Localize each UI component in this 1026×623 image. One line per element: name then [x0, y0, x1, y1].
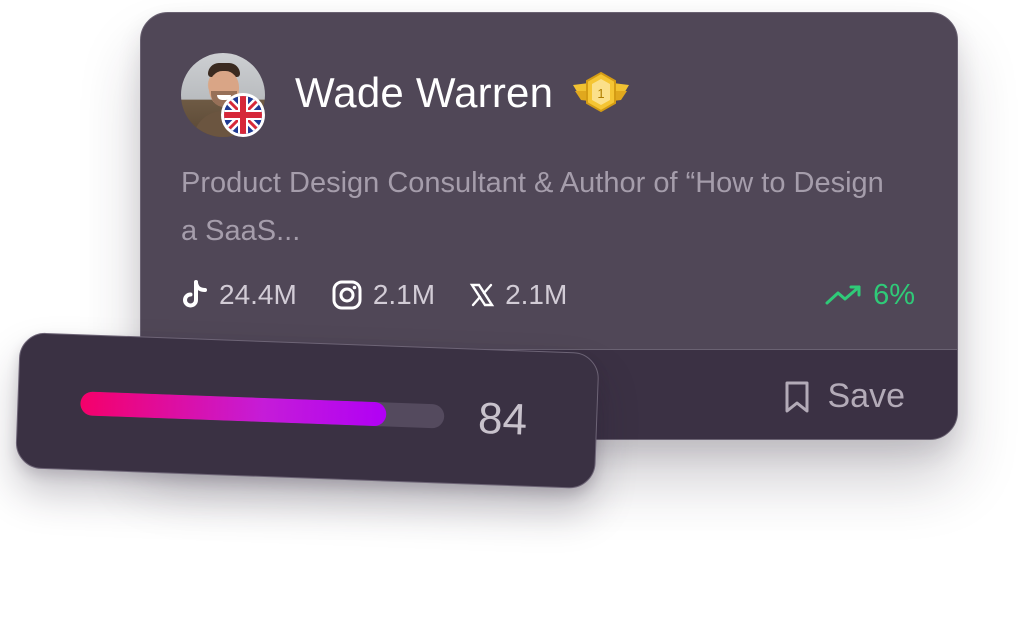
save-label: Save [827, 377, 906, 415]
stat-value: 24.4M [219, 279, 297, 310]
stat-x: 2.1M [469, 279, 567, 311]
stat-instagram: 2.1M [331, 279, 435, 311]
score-value: 84 [477, 393, 528, 445]
x-icon [469, 283, 495, 307]
rank-badge-number: 1 [597, 86, 604, 101]
score-progress-track [79, 391, 445, 429]
bookmark-icon [785, 381, 808, 412]
rank-badge-icon: 1 [571, 71, 631, 117]
save-button[interactable]: Save [784, 377, 906, 416]
tiktok-icon [183, 280, 207, 308]
stat-value: 2.1M [372, 279, 436, 310]
score-card: 84 [15, 332, 600, 490]
trend-indicator: 6% [825, 275, 915, 315]
profile-bio: Product Design Consultant & Author of “H… [181, 167, 884, 247]
trending-up-icon [825, 285, 861, 305]
uk-flag-icon [221, 93, 265, 137]
stat-value: 2.1M [505, 279, 568, 310]
score-progress-fill [79, 391, 387, 427]
profile-name: Wade Warren [295, 69, 554, 116]
stat-tiktok: 24.4M [181, 279, 297, 311]
social-stats: 24.4M 2.1M 2.1M [181, 275, 601, 315]
instagram-icon [332, 280, 362, 310]
trend-value: 6% [873, 278, 915, 311]
